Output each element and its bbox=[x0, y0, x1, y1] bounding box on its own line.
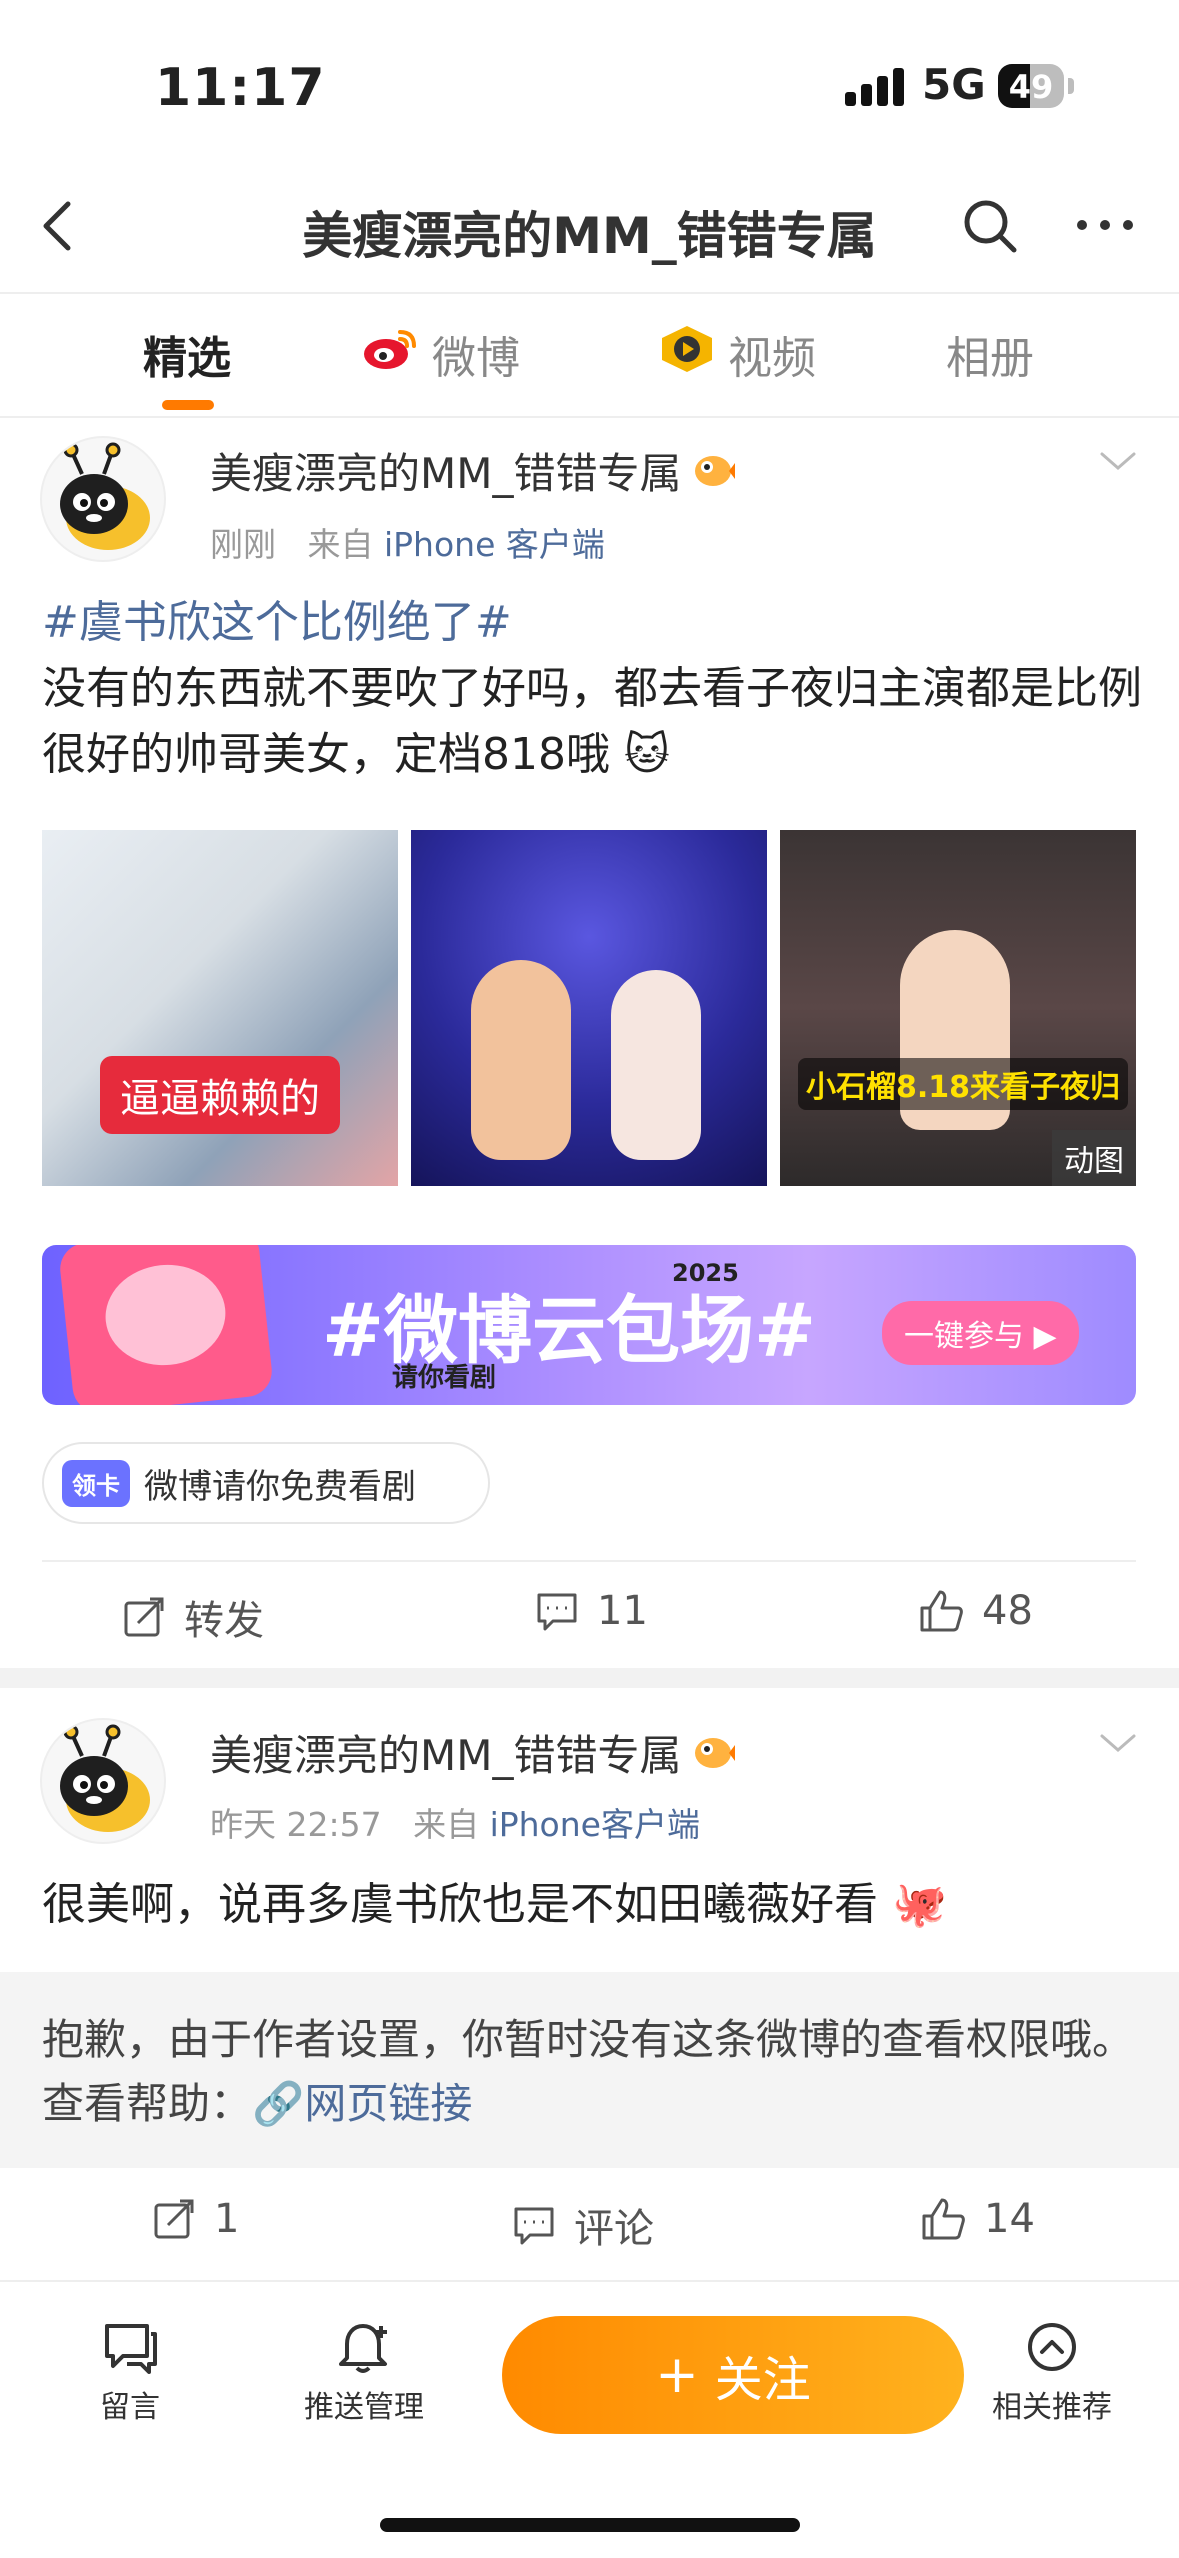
action-divider bbox=[42, 1560, 1136, 1562]
home-indicator bbox=[380, 2518, 800, 2532]
battery-icon: 49 bbox=[998, 64, 1064, 108]
figure-shape bbox=[471, 960, 571, 1160]
source-prefix: 来自 bbox=[307, 525, 374, 564]
comment-icon bbox=[512, 2203, 556, 2247]
network-label: 5G bbox=[922, 60, 986, 109]
emoji-icon: 🐙 bbox=[878, 1879, 947, 1930]
chevron-down-icon[interactable] bbox=[1098, 1728, 1138, 1758]
figure-shape bbox=[611, 970, 701, 1160]
repost-label: 转发 bbox=[184, 1598, 264, 1644]
notice-message: 抱歉，由于作者设置，你暂时没有这条微博的查看权限哦。查看帮助： bbox=[42, 2015, 1135, 2128]
push-label: 推送管理 bbox=[304, 2390, 424, 2425]
battery-level: 49 bbox=[1008, 68, 1054, 106]
notice-link-label: 网页链接 bbox=[304, 2079, 473, 2128]
like-count: 48 bbox=[982, 1588, 1033, 1634]
post-time: 昨天 22:57 bbox=[210, 1805, 382, 1844]
weibo-icon bbox=[362, 326, 420, 383]
post-body: #虞书欣这个比例绝了# 没有的东西就不要吹了好吗，都去看子夜归主演都是比例很好的… bbox=[42, 590, 1142, 788]
post-author[interactable]: 美瘦漂亮的MM_错错专属 bbox=[210, 1722, 736, 1783]
card-tag: 领卡 bbox=[62, 1459, 130, 1507]
tab-album[interactable]: 相册 bbox=[946, 322, 1034, 386]
post-meta: 刚刚 来自 iPhone 客户端 bbox=[210, 518, 605, 566]
banner-subtitle: 请你看剧 bbox=[392, 1363, 497, 1393]
pill-text: 微博请你免费看剧 bbox=[144, 1466, 416, 1507]
post-text: 很美啊，说再多虞书欣也是不如田曦薇好看 bbox=[42, 1879, 878, 1930]
tab-active-indicator bbox=[162, 400, 214, 410]
post-time: 刚刚 bbox=[210, 525, 276, 564]
like-button[interactable]: 14 bbox=[920, 2196, 1035, 2242]
like-icon bbox=[920, 2196, 966, 2242]
promo-pill[interactable]: 领卡 微博请你免费看剧 bbox=[42, 1442, 490, 1524]
signal-icon bbox=[845, 66, 907, 106]
comment-button[interactable]: 11 bbox=[535, 1588, 648, 1634]
battery-cap bbox=[1068, 78, 1074, 94]
comment-count: 11 bbox=[597, 1588, 648, 1634]
tab-label: 微博 bbox=[432, 333, 520, 384]
post-text: 没有的东西就不要吹了好吗，都去看子夜归主演都是比例很好的帅哥美女，定档818哦 bbox=[42, 663, 1142, 780]
author-name: 美瘦漂亮的MM_错错专属 bbox=[210, 449, 682, 498]
link-icon: 🔗 bbox=[252, 2079, 305, 2128]
message-button[interactable]: 留言 bbox=[100, 2320, 160, 2426]
post-image-3[interactable]: 小石榴8.18来看子夜归 动图 bbox=[780, 830, 1136, 1186]
recommend-icon bbox=[992, 2320, 1112, 2382]
more-icon[interactable] bbox=[1070, 200, 1140, 250]
plus-icon: + bbox=[655, 2345, 699, 2405]
like-button[interactable]: 48 bbox=[918, 1588, 1033, 1634]
avatar[interactable] bbox=[40, 1718, 166, 1844]
tab-label: 相册 bbox=[946, 333, 1034, 384]
image-caption: 小石榴8.18来看子夜归 bbox=[798, 1058, 1129, 1110]
tab-video[interactable]: 视频 bbox=[658, 322, 816, 386]
tab-label: 视频 bbox=[728, 333, 816, 384]
tabs-divider bbox=[0, 416, 1179, 418]
post-image-2[interactable] bbox=[411, 830, 767, 1186]
source-prefix: 来自 bbox=[413, 1805, 480, 1844]
fish-badge-icon bbox=[691, 451, 736, 491]
comment-button[interactable]: 评论 bbox=[512, 2196, 654, 2254]
emoji-icon: 🐱 bbox=[609, 729, 670, 780]
repost-button[interactable]: 1 bbox=[152, 2196, 239, 2242]
promo-banner[interactable]: 2025 #微博云包场# 请你看剧 一键参与 ▶ bbox=[42, 1245, 1136, 1405]
image-caption: 逼逼赖赖的 bbox=[100, 1056, 340, 1134]
comment-label: 评论 bbox=[574, 2206, 654, 2252]
chevron-down-icon[interactable] bbox=[1098, 446, 1138, 476]
notice-text: 抱歉，由于作者设置，你暂时没有这条微博的查看权限哦。查看帮助：🔗网页链接 bbox=[42, 2008, 1142, 2136]
message-label: 留言 bbox=[100, 2390, 160, 2425]
post-author[interactable]: 美瘦漂亮的MM_错错专属 bbox=[210, 440, 736, 501]
recommend-label: 相关推荐 bbox=[992, 2390, 1112, 2425]
tab-featured[interactable]: 精选 bbox=[143, 322, 231, 386]
repost-count: 1 bbox=[214, 2196, 240, 2242]
repost-icon bbox=[152, 2197, 196, 2241]
repost-icon bbox=[122, 1595, 166, 1639]
tv-illustration bbox=[57, 1245, 275, 1405]
notice-link[interactable]: 🔗网页链接 bbox=[252, 2079, 472, 2128]
search-icon[interactable] bbox=[960, 196, 1020, 256]
tab-weibo[interactable]: 微博 bbox=[362, 322, 520, 386]
comment-icon bbox=[535, 1589, 579, 1633]
like-count: 14 bbox=[984, 2196, 1035, 2242]
like-icon bbox=[918, 1588, 964, 1634]
status-time: 11:17 bbox=[155, 58, 326, 118]
post-body: 很美啊，说再多虞书欣也是不如田曦薇好看 🐙 bbox=[42, 1872, 1142, 1938]
nav-divider bbox=[0, 292, 1179, 294]
post-separator bbox=[0, 1668, 1179, 1688]
hashtag-link[interactable]: #虞书欣这个比例绝了# bbox=[42, 590, 1142, 656]
avatar[interactable] bbox=[40, 436, 166, 562]
post-source[interactable]: iPhone客户端 bbox=[490, 1805, 700, 1844]
repost-button[interactable]: 转发 bbox=[122, 1588, 264, 1646]
post-meta: 昨天 22:57 来自 iPhone客户端 bbox=[210, 1798, 700, 1846]
post-source[interactable]: iPhone 客户端 bbox=[384, 525, 605, 564]
follow-label: 关注 bbox=[714, 2352, 811, 2408]
post-image-1[interactable]: 逼逼赖赖的 bbox=[42, 830, 398, 1186]
fish-badge-icon bbox=[691, 1733, 736, 1773]
bell-icon bbox=[304, 2320, 424, 2382]
push-settings-button[interactable]: 推送管理 bbox=[304, 2320, 424, 2426]
recommend-button[interactable]: 相关推荐 bbox=[992, 2320, 1112, 2426]
banner-cta-button[interactable]: 一键参与 ▶ bbox=[882, 1301, 1079, 1365]
tab-label: 精选 bbox=[143, 333, 231, 384]
video-icon bbox=[658, 324, 716, 385]
message-icon bbox=[100, 2320, 160, 2382]
follow-button[interactable]: + 关注 bbox=[502, 2316, 964, 2434]
author-name: 美瘦漂亮的MM_错错专属 bbox=[210, 1731, 682, 1780]
gif-badge: 动图 bbox=[1052, 1130, 1136, 1186]
